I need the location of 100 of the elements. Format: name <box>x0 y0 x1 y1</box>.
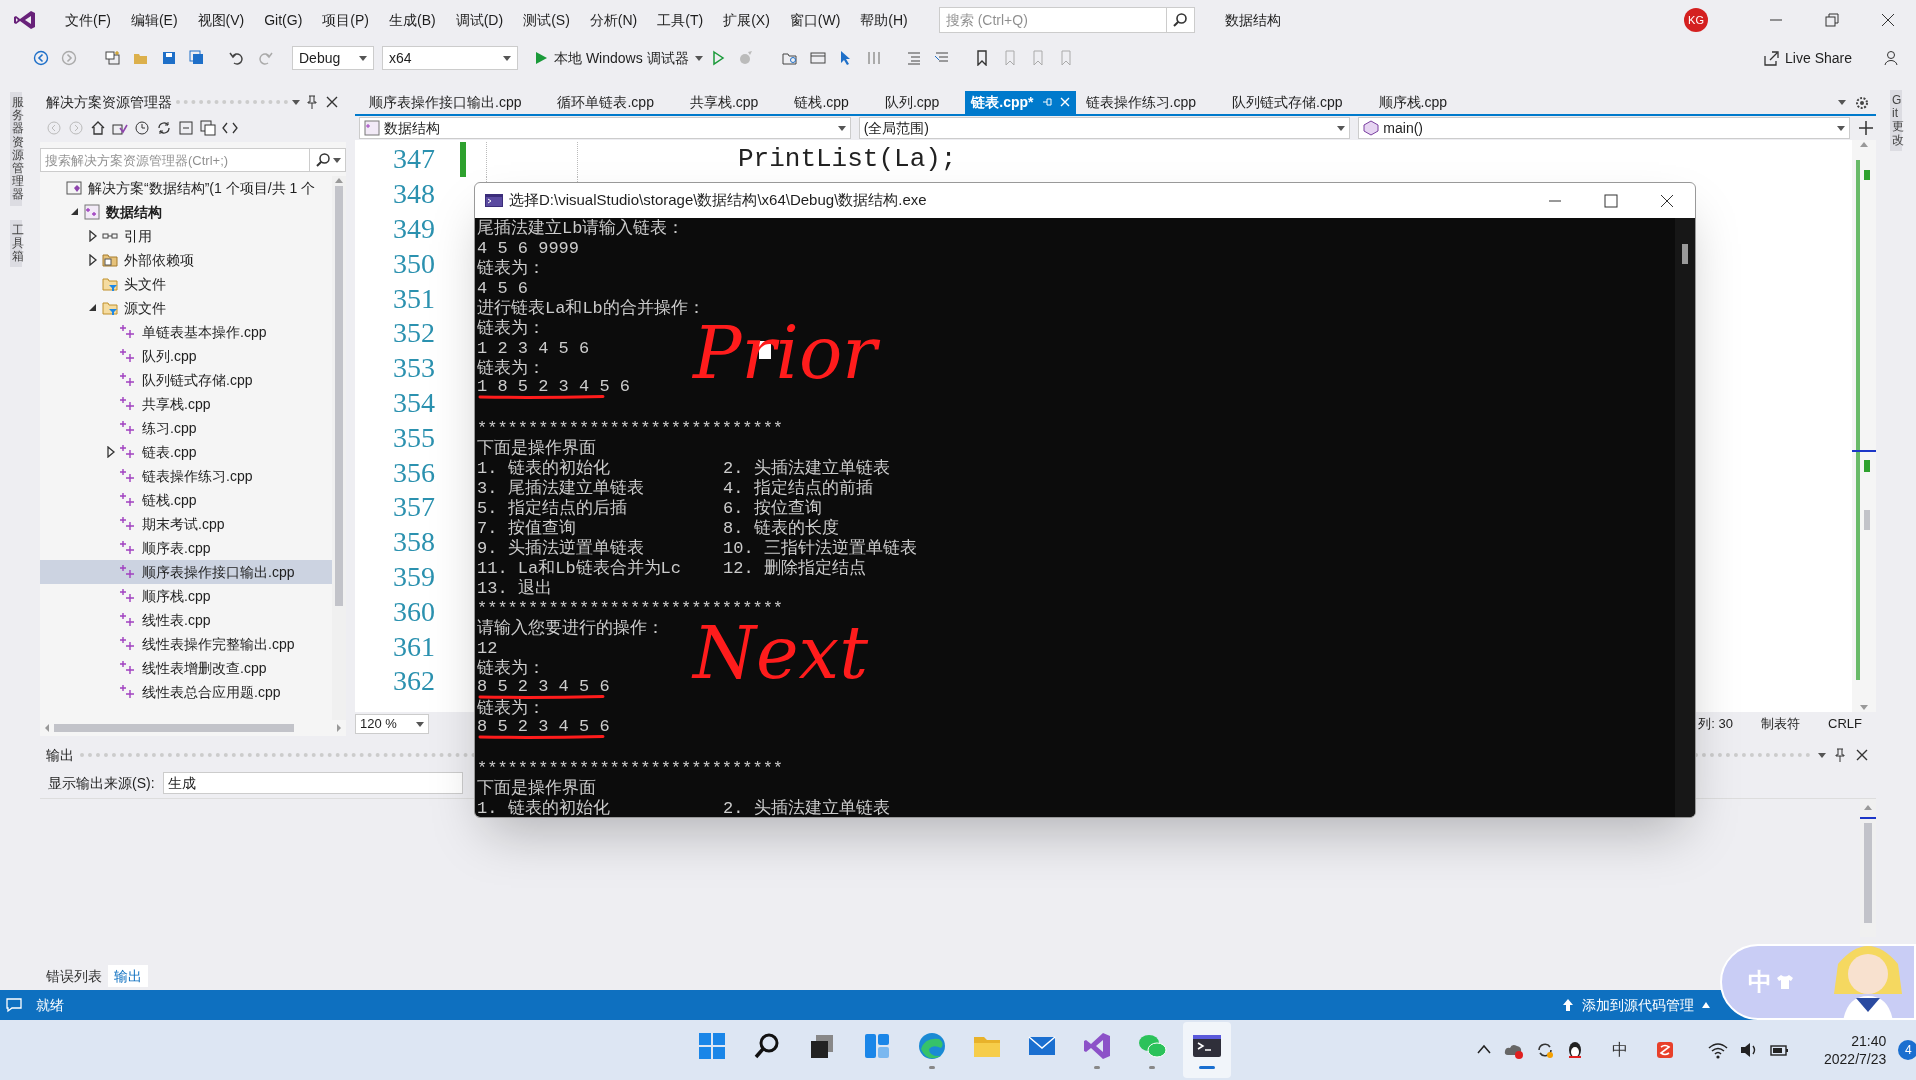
cpp-file-icon[interactable] <box>120 444 136 460</box>
cpp-file-icon[interactable] <box>120 564 136 580</box>
menu-item[interactable]: 工具(T) <box>648 7 713 33</box>
cpp-file-icon[interactable] <box>120 684 136 700</box>
tree-item[interactable]: 线性表操作完整输出.cpp <box>40 632 332 656</box>
cpp-file-icon[interactable] <box>120 420 136 436</box>
user-avatar[interactable]: KG <box>1684 8 1708 32</box>
configuration-dropdown[interactable]: Debug <box>292 46 374 70</box>
console-app-icon[interactable] <box>485 193 503 208</box>
collapse-arrow-icon[interactable] <box>69 206 81 218</box>
cpp-file-icon[interactable] <box>120 588 136 604</box>
pin-icon[interactable] <box>304 94 320 110</box>
maximize-icon[interactable] <box>1603 192 1619 209</box>
browser-icon[interactable] <box>917 1031 947 1061</box>
tree-item[interactable]: 练习.cpp <box>40 416 332 440</box>
filter-folder-icon[interactable] <box>102 276 118 292</box>
scope-icon[interactable] <box>364 120 380 136</box>
search-button[interactable] <box>1166 7 1195 33</box>
sync-icon[interactable] <box>156 120 172 136</box>
notification-badge[interactable]: 4 <box>1898 1040 1916 1060</box>
zoom-dropdown[interactable]: 120 % <box>355 714 429 734</box>
menu-item[interactable]: 文件(F) <box>56 7 120 33</box>
collapse-arrow-icon[interactable] <box>87 302 99 314</box>
panel-tab[interactable]: 错误列表 <box>40 965 108 987</box>
visual-studio-logo-icon[interactable] <box>14 9 36 31</box>
dropdown-caret-icon[interactable] <box>1838 99 1846 105</box>
cpp-file-icon[interactable] <box>120 396 136 412</box>
panel-tab[interactable]: 输出 <box>108 965 148 987</box>
tree-item[interactable]: 线性表总合应用题.cpp <box>40 680 332 704</box>
tree-item[interactable]: 数据结构 <box>40 200 332 224</box>
editor-tab[interactable]: 循环单链表.cpp <box>547 90 664 114</box>
menu-item[interactable]: 窗口(W) <box>780 7 850 33</box>
close-icon[interactable] <box>324 94 340 110</box>
search-field[interactable]: 搜索解决方案资源管理器(Ctrl+;) <box>40 148 310 172</box>
vertical-scrollbar[interactable] <box>332 176 346 720</box>
search-icon[interactable] <box>1172 12 1189 28</box>
close-icon[interactable] <box>1854 747 1870 763</box>
navigation-dropdown[interactable]: main() <box>1358 117 1850 139</box>
close-icon[interactable] <box>1880 12 1896 28</box>
scroll-left-arrow-icon[interactable] <box>44 723 50 733</box>
dropdown-caret-icon[interactable] <box>416 721 424 727</box>
pin-icon[interactable] <box>1041 97 1052 107</box>
volume-icon[interactable] <box>1740 1041 1758 1059</box>
save-all-icon[interactable] <box>189 50 205 66</box>
notification-icon[interactable] <box>6 997 22 1013</box>
side-tab[interactable]: Git 更改 <box>1890 90 1902 151</box>
share-icon[interactable] <box>1763 50 1780 66</box>
scroll-up-arrow-icon[interactable] <box>1859 140 1869 148</box>
dropdown-caret-icon[interactable] <box>292 99 300 105</box>
cpp-file-icon[interactable] <box>120 492 136 508</box>
menu-item[interactable]: Git(G) <box>255 7 312 33</box>
scroll-up-arrow-icon[interactable] <box>334 176 344 184</box>
tree-item[interactable]: 单链表基本操作.cpp <box>40 320 332 344</box>
search-icon[interactable] <box>314 152 331 168</box>
menu-item[interactable]: 分析(N) <box>580 7 647 33</box>
clock-date[interactable]: 2022/7/23 <box>1824 1050 1887 1068</box>
output-source-dropdown[interactable]: 生成 <box>162 772 463 794</box>
side-tab[interactable]: 工具箱 <box>10 219 22 268</box>
editor-tab[interactable]: 顺序栈.cpp <box>1368 90 1457 114</box>
tree-item[interactable]: 顺序栈.cpp <box>40 584 332 608</box>
cpp-file-icon[interactable] <box>120 372 136 388</box>
menu-item[interactable]: 视图(V) <box>188 7 254 33</box>
sync-icon[interactable] <box>1536 1041 1554 1059</box>
search-button[interactable] <box>310 148 346 172</box>
tree-item[interactable]: 共享栈.cpp <box>40 392 332 416</box>
undo-icon[interactable] <box>229 50 245 66</box>
editor-tab[interactable]: 顺序表操作接口输出.cpp <box>359 90 532 114</box>
editor-tab[interactable]: 链表操作练习.cpp <box>1075 90 1207 114</box>
scroll-down-arrow-icon[interactable] <box>1859 704 1869 712</box>
expand-arrow-icon[interactable] <box>105 446 117 458</box>
clock-time[interactable]: 21:40 <box>1851 1032 1887 1050</box>
show-all-files-icon[interactable] <box>200 120 216 136</box>
editor-tab[interactable]: 共享栈.cpp <box>679 90 769 114</box>
tree-item[interactable]: 引用 <box>40 224 332 248</box>
tree-item[interactable]: 链栈.cpp <box>40 488 332 512</box>
back-icon[interactable] <box>33 50 49 66</box>
tree-item[interactable]: 线性表增删改查.cpp <box>40 656 332 680</box>
cpp-file-icon[interactable] <box>120 324 136 340</box>
menu-item[interactable]: 测试(S) <box>514 7 579 33</box>
menu-item[interactable]: 编辑(E) <box>121 7 187 33</box>
dropdown-caret-icon[interactable] <box>1818 752 1826 758</box>
collapse-all-icon[interactable] <box>178 120 194 136</box>
play-icon[interactable] <box>534 51 548 65</box>
tree-item[interactable]: 线性表.cpp <box>40 608 332 632</box>
editor-tab[interactable]: 队列链式存储.cpp <box>1222 90 1353 114</box>
expand-arrow-icon[interactable] <box>87 254 99 266</box>
menu-item[interactable]: 调试(D) <box>446 7 513 33</box>
visual-studio-icon[interactable] <box>1082 1031 1112 1061</box>
tree-item[interactable]: 期末考试.cpp <box>40 512 332 536</box>
vertical-scrollbar[interactable] <box>1675 218 1695 817</box>
restore-icon[interactable] <box>1824 12 1840 28</box>
tree-item[interactable]: 解决方案“数据结构”(1 个项目/共 1 个 <box>40 176 332 200</box>
app-tray-icon[interactable] <box>1656 1041 1674 1059</box>
platform-dropdown[interactable]: x64 <box>382 46 518 70</box>
new-project-icon[interactable] <box>105 50 121 66</box>
tree-item[interactable]: 头文件 <box>40 272 332 296</box>
folder-search-icon[interactable] <box>781 50 798 66</box>
editor-tab[interactable]: 队列.cpp <box>874 90 950 114</box>
tree-item[interactable]: 队列.cpp <box>40 344 332 368</box>
search-field[interactable]: 搜索 (Ctrl+Q) <box>938 7 1167 33</box>
